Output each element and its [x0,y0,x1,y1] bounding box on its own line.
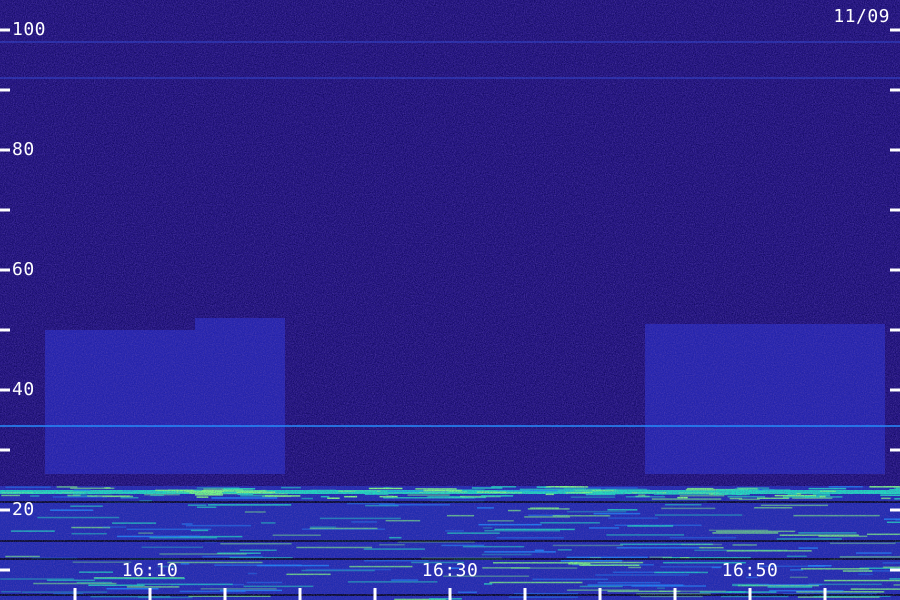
spectrogram-chart: 20 40 60 80 100 16:10 16:30 16:50 11/09 [0,0,900,600]
y-tick-label: 100 [12,19,47,40]
x-tick [598,588,602,600]
y-tick-left [0,148,10,152]
date-label: 11/09 [833,6,890,27]
x-tick [73,588,77,600]
x-tick [748,588,752,600]
y-tick-right [890,508,900,512]
x-tick-label: 16:30 [421,560,479,581]
x-tick [448,588,452,600]
y-tick-left [0,388,10,392]
y-tick-right [890,568,900,572]
y-tick-right [890,148,900,152]
y-tick-left [0,328,10,332]
y-tick-right [890,268,900,272]
y-tick-left [0,568,10,572]
y-tick-left [0,508,10,512]
x-tick-label: 16:10 [121,560,179,581]
y-tick-left [0,268,10,272]
y-tick-right [890,28,900,32]
x-tick [298,588,302,600]
y-tick-right [890,208,900,212]
x-tick [823,588,827,600]
x-tick [373,588,377,600]
x-tick [223,588,227,600]
y-tick-left [0,448,10,452]
x-tick-label: 16:50 [721,560,779,581]
x-tick [523,588,527,600]
y-tick-label: 80 [12,139,35,160]
y-tick-right [890,88,900,92]
y-tick-label: 20 [12,499,35,520]
spectrogram-plot [0,0,900,600]
y-tick-right [890,448,900,452]
y-tick-label: 60 [12,259,35,280]
x-tick [148,588,152,600]
y-tick-left [0,208,10,212]
y-tick-right [890,328,900,332]
y-tick-right [890,388,900,392]
y-tick-left [0,88,10,92]
x-tick [673,588,677,600]
y-tick-left [0,28,10,32]
y-tick-label: 40 [12,379,35,400]
